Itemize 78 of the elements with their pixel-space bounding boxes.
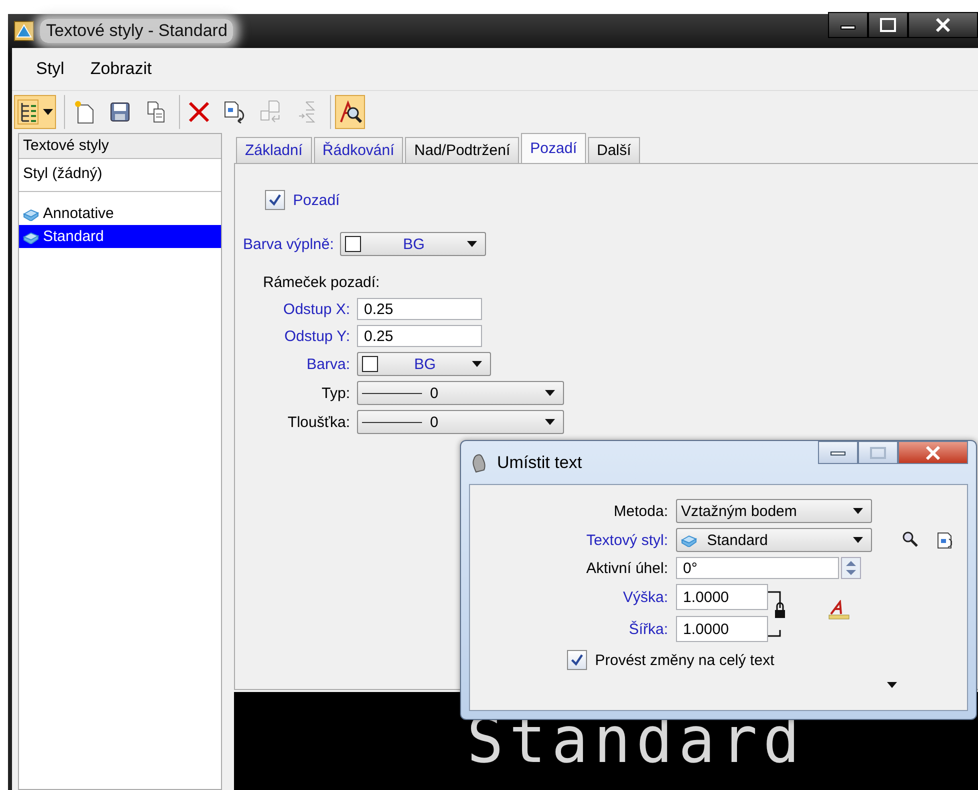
close-icon	[925, 444, 941, 460]
minimize-button[interactable]	[818, 441, 858, 464]
check-icon	[269, 194, 281, 206]
field-label: Výška:	[622, 588, 668, 606]
field-label: Metoda:	[614, 502, 668, 520]
field-label: Tloušťka:	[288, 414, 350, 430]
color-dropdown[interactable]: BG	[340, 232, 486, 256]
magnifier-icon	[338, 100, 362, 124]
line-dropdown[interactable]: 0	[357, 381, 564, 405]
field-label: Odstup X:	[283, 300, 350, 318]
field-label: Barva:	[306, 356, 350, 372]
style-list-item[interactable]: Standard	[19, 225, 221, 248]
caret-icon	[545, 390, 555, 396]
minimize-button[interactable]	[828, 12, 868, 38]
expand-icon[interactable]	[887, 682, 897, 688]
menu-item[interactable]: Zobrazit	[88, 57, 154, 81]
style-icon	[681, 533, 699, 547]
check-icon	[571, 654, 583, 666]
checkbox[interactable]	[265, 190, 285, 210]
new-document-icon	[73, 100, 95, 124]
style-list-item[interactable]: Annotative	[19, 202, 221, 225]
dropdown[interactable]: Vztažným bodem	[676, 499, 872, 523]
field-label: Typ:	[322, 384, 350, 402]
close-button[interactable]	[908, 12, 978, 38]
section-heading: Rámeček pozadí:	[262, 274, 381, 293]
menu-item[interactable]: Styl	[34, 57, 66, 81]
arrows-icon	[297, 100, 317, 124]
color-dropdown[interactable]: BG	[357, 352, 491, 376]
style-icon	[23, 206, 39, 220]
caret-icon	[853, 537, 863, 543]
dropdown[interactable]: Standard	[676, 528, 872, 552]
minimize-icon	[830, 448, 846, 456]
maximize-icon	[870, 446, 886, 458]
tab[interactable]: Pozadí	[521, 133, 586, 163]
toolbar-button[interactable]	[14, 95, 56, 129]
color-swatch	[344, 236, 361, 252]
maximize-button[interactable]	[868, 12, 908, 38]
field-label: Šířka:	[628, 620, 668, 638]
delete-icon	[188, 101, 210, 123]
style-icon	[23, 230, 39, 244]
tree-icon	[17, 99, 39, 125]
field-label: Odstup Y:	[284, 328, 350, 344]
checkbox-label: Provést změny na celý text	[595, 652, 774, 668]
maximize-icon	[880, 18, 896, 32]
line-sample	[362, 392, 422, 394]
field-label: Aktivní úhel:	[586, 560, 668, 576]
text-field[interactable]: 1.0000	[676, 616, 768, 642]
tab[interactable]: Řádkování	[314, 137, 404, 163]
text-size-icon[interactable]	[828, 600, 850, 620]
text-field[interactable]: 0.25	[357, 325, 482, 347]
copy-documents-icon	[146, 101, 166, 123]
text-field[interactable]: 1.0000	[676, 584, 768, 610]
toolbar-button[interactable]	[335, 95, 365, 129]
checkbox-label: Pozadí	[293, 192, 340, 208]
tab[interactable]: Nad/Podtržení	[405, 137, 520, 163]
dialog-title: Umístit text	[497, 452, 582, 472]
tab[interactable]: Další	[588, 137, 640, 163]
color-swatch	[362, 356, 378, 372]
search-icon[interactable]	[902, 531, 918, 547]
field-label: Barva výplně:	[243, 236, 334, 252]
caret-icon	[472, 361, 482, 367]
checkbox[interactable]	[567, 650, 587, 670]
caret-icon	[466, 241, 477, 247]
list-header: Textové styly	[19, 134, 221, 159]
spin-arrows-icon[interactable]	[841, 557, 861, 579]
app-icon	[14, 21, 34, 41]
line-dropdown[interactable]: 0	[357, 410, 564, 434]
caret-icon	[853, 508, 863, 514]
window-title: Textové styly - Standard	[40, 19, 234, 43]
style-list-item[interactable]: Styl (žádný)	[19, 159, 221, 192]
text-field[interactable]: 0°	[676, 557, 839, 579]
caret-icon	[545, 419, 555, 425]
preview-text: Standard	[466, 704, 806, 778]
close-icon	[935, 17, 951, 33]
text-field[interactable]: 0.25	[357, 298, 482, 320]
caret-icon	[43, 109, 53, 115]
tab[interactable]: Základní	[236, 137, 312, 163]
field-label: Textový styl:	[586, 532, 668, 548]
